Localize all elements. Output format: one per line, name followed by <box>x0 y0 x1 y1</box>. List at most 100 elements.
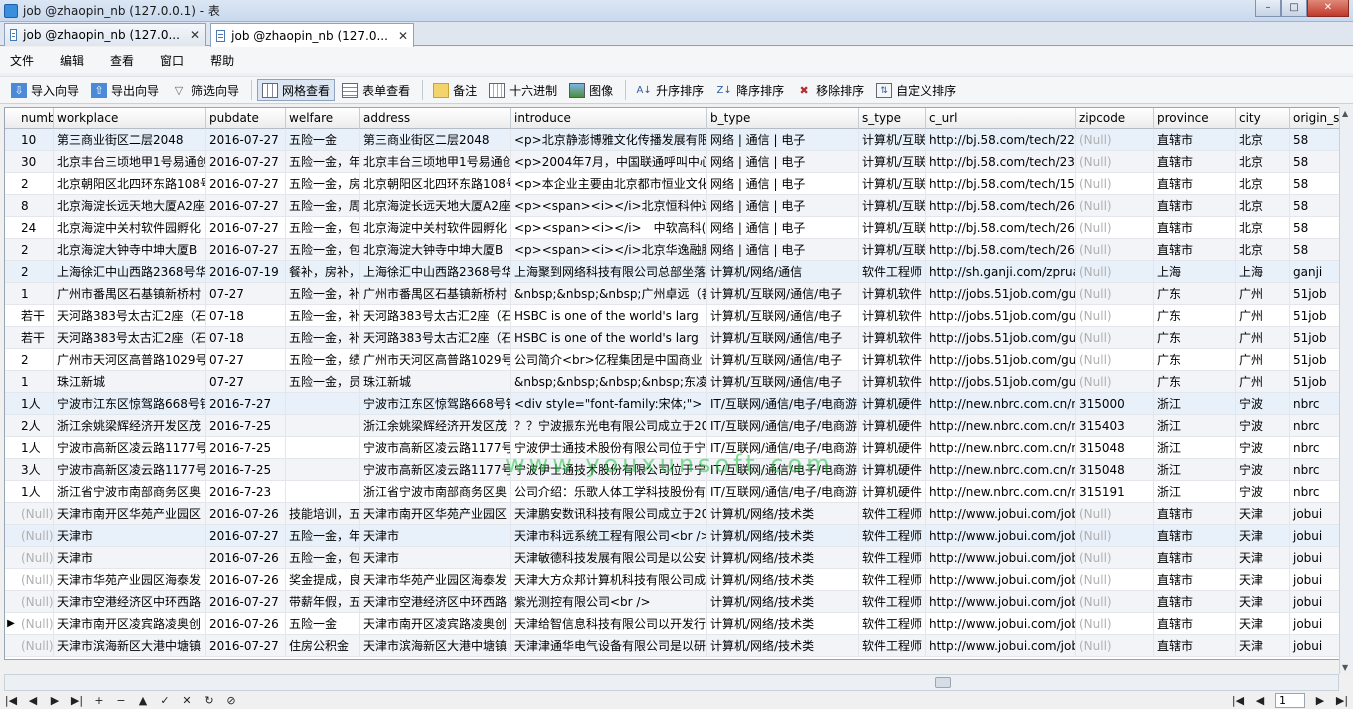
cell-numb[interactable]: 2 <box>18 261 54 283</box>
cell-address[interactable]: 浙江余姚梁辉经济开发区茂 <box>360 415 511 437</box>
cell-zipcode[interactable]: (Null) <box>1076 547 1154 569</box>
cell-numb[interactable]: 若干 <box>18 305 54 327</box>
cell-address[interactable]: 北京丰台三顷地甲1号易通创 <box>360 151 511 173</box>
cell-numb[interactable]: 10 <box>18 129 54 151</box>
grid-view-button[interactable]: 网格查看 <box>257 79 336 101</box>
cell-numb[interactable]: 2 <box>18 349 54 371</box>
cell-b_type[interactable]: 计算机/网络/通信 <box>707 261 859 283</box>
cell-introduce[interactable]: 天津敏德科技发展有限公司是以公安 <box>511 547 707 569</box>
cell-zipcode[interactable]: (Null) <box>1076 327 1154 349</box>
cell-zipcode[interactable]: (Null) <box>1076 173 1154 195</box>
cell-c_url[interactable]: http://sh.ganji.com/zprua <box>926 261 1076 283</box>
cell-city[interactable]: 北京 <box>1236 195 1290 217</box>
cell-pubdate[interactable]: 2016-07-27 <box>206 129 286 151</box>
column-header-b_type[interactable]: b_type <box>707 108 859 129</box>
cell-city[interactable]: 广州 <box>1236 305 1290 327</box>
cell-b_type[interactable]: 计算机/互联网/通信/电子 <box>707 305 859 327</box>
column-header-city[interactable]: city <box>1236 108 1290 129</box>
cell-province[interactable]: 直辖市 <box>1154 239 1236 261</box>
cell-address[interactable]: 天津市南开区华苑产业园区 <box>360 503 511 525</box>
cell-s_type[interactable]: 计算机软件 <box>859 283 926 305</box>
cell-welfare[interactable]: 餐补，房补， <box>286 261 360 283</box>
cell-b_type[interactable]: 网络 | 通信 | 电子 <box>707 217 859 239</box>
cell-pubdate[interactable]: 2016-07-27 <box>206 195 286 217</box>
cell-pubdate[interactable]: 07-18 <box>206 327 286 349</box>
cell-s_type[interactable]: 计算机硬件 <box>859 415 926 437</box>
cell-pubdate[interactable]: 2016-07-26 <box>206 569 286 591</box>
cell-pubdate[interactable]: 2016-7-25 <box>206 459 286 481</box>
cell-address[interactable]: 宁波市高新区凌云路1177号 <box>360 459 511 481</box>
cell-pubdate[interactable]: 07-18 <box>206 305 286 327</box>
prev-page-button[interactable]: ◀ <box>1249 694 1271 707</box>
export-wizard-button[interactable]: ⇧ 导出向导 <box>86 79 164 101</box>
cell-city[interactable]: 宁波 <box>1236 415 1290 437</box>
cell-b_type[interactable]: 计算机/网络/技术类 <box>707 503 859 525</box>
cell-b_type[interactable]: 计算机/互联网/通信/电子 <box>707 283 859 305</box>
cell-c_url[interactable]: http://new.nbrc.com.cn/nl <box>926 437 1076 459</box>
table-row[interactable]: 1 广州市番禺区石基镇新桥村 07-27 五险一金，补 广州市番禺区石基镇新桥村 &nbs… <box>5 283 1352 305</box>
cell-s_type[interactable]: 软件工程师 <box>859 503 926 525</box>
cell-s_type[interactable]: 计算机/互联 <box>859 217 926 239</box>
cell-s_type[interactable]: 软件工程师 <box>859 591 926 613</box>
table-row[interactable]: (Null) 天津市南开区华苑产业园区 2016-07-26 技能培训，五 天津市南开区… <box>5 503 1352 525</box>
cell-zipcode[interactable]: (Null) <box>1076 569 1154 591</box>
cell-c_url[interactable]: http://new.nbrc.com.cn/nl <box>926 459 1076 481</box>
cell-introduce[interactable]: HSBC is one of the world's larg <box>511 327 707 349</box>
cell-workplace[interactable]: 宁波市高新区凌云路1177号 <box>54 437 206 459</box>
column-header-introduce[interactable]: introduce <box>511 108 707 129</box>
cell-province[interactable]: 直辖市 <box>1154 525 1236 547</box>
cell-city[interactable]: 广州 <box>1236 349 1290 371</box>
cell-b_type[interactable]: IT/互联网/通信/电子/电商游 <box>707 415 859 437</box>
cell-introduce[interactable]: HSBC is one of the world's larg <box>511 305 707 327</box>
move-up-button[interactable]: ▲ <box>132 694 154 707</box>
table-row[interactable]: 1 珠江新城 07-27 五险一金，员 珠江新城 &nbsp;&nbsp;&nbsp;&n… <box>5 371 1352 393</box>
cell-welfare[interactable]: 五险一金，补 <box>286 305 360 327</box>
cell-welfare[interactable]: 带薪年假，五 <box>286 591 360 613</box>
cell-zipcode[interactable]: 315191 <box>1076 481 1154 503</box>
cell-pubdate[interactable]: 2016-07-27 <box>206 635 286 657</box>
form-view-button[interactable]: 表单查看 <box>337 79 415 101</box>
cell-c_url[interactable]: http://bj.58.com/tech/266 <box>926 239 1076 261</box>
minimize-button[interactable]: – <box>1255 0 1281 17</box>
cell-workplace[interactable]: 北京海淀中关村软件园孵化 <box>54 217 206 239</box>
cell-b_type[interactable]: IT/互联网/通信/电子/电商游 <box>707 459 859 481</box>
table-row[interactable]: (Null) 天津市 2016-07-27 五险一金，年 天津市 天津市科远系统工程有限公… <box>5 525 1352 547</box>
scroll-up-icon[interactable]: ▲ <box>1342 109 1348 118</box>
cell-province[interactable]: 广东 <box>1154 327 1236 349</box>
cell-introduce[interactable]: <p><span><i></i>北京华逸融腾 <box>511 239 707 261</box>
cell-zipcode[interactable]: (Null) <box>1076 195 1154 217</box>
cell-workplace[interactable]: 天河路383号太古汇2座（石 <box>54 327 206 349</box>
cell-zipcode[interactable]: 315000 <box>1076 393 1154 415</box>
cell-city[interactable]: 天津 <box>1236 635 1290 657</box>
cell-address[interactable]: 北京朝阳区北四环东路108号 <box>360 173 511 195</box>
cell-c_url[interactable]: http://www.jobui.com/job <box>926 525 1076 547</box>
horizontal-scrollbar[interactable] <box>4 674 1339 691</box>
cell-province[interactable]: 浙江 <box>1154 437 1236 459</box>
vertical-scrollbar[interactable]: ▲ ▼ <box>1339 107 1353 674</box>
table-row[interactable]: (Null) 天津市 2016-07-26 五险一金，包 天津市 天津敏德科技发展有限公司… <box>5 547 1352 569</box>
cell-b_type[interactable]: 网络 | 通信 | 电子 <box>707 239 859 261</box>
cell-address[interactable]: 珠江新城 <box>360 371 511 393</box>
cell-address[interactable]: 北京海淀大钟寺中坤大厦B <box>360 239 511 261</box>
table-row[interactable]: 2 北京朝阳区北四环东路108号 2016-07-27 五险一金，房 北京朝阳区北四环东… <box>5 173 1352 195</box>
cell-address[interactable]: 天河路383号太古汇2座（石 <box>360 327 511 349</box>
cell-numb[interactable]: (Null) <box>18 547 54 569</box>
cell-numb[interactable]: 1人 <box>18 393 54 415</box>
cell-zipcode[interactable]: 315048 <box>1076 437 1154 459</box>
cell-s_type[interactable]: 计算机软件 <box>859 327 926 349</box>
cell-b_type[interactable]: 计算机/互联网/通信/电子 <box>707 349 859 371</box>
table-row[interactable]: 8 北京海淀长远天地大厦A2座 2016-07-27 五险一金，周 北京海淀长远天地大厦… <box>5 195 1352 217</box>
cell-numb[interactable]: (Null) <box>18 503 54 525</box>
cell-pubdate[interactable]: 2016-07-26 <box>206 503 286 525</box>
cell-welfare[interactable]: 五险一金，员 <box>286 371 360 393</box>
tab-close-icon[interactable]: ✕ <box>190 28 200 42</box>
cell-zipcode[interactable]: (Null) <box>1076 371 1154 393</box>
cell-city[interactable]: 北京 <box>1236 151 1290 173</box>
cell-introduce[interactable]: 天津给智信息科技有限公司以开发行 <box>511 613 707 635</box>
cell-welfare[interactable]: 奖金提成，良 <box>286 569 360 591</box>
cell-s_type[interactable]: 计算机软件 <box>859 371 926 393</box>
cell-zipcode[interactable]: (Null) <box>1076 591 1154 613</box>
maximize-button[interactable]: □ <box>1281 0 1307 17</box>
menu-window[interactable]: 窗口 <box>150 52 194 69</box>
cell-workplace[interactable]: 天津市滨海新区大港中塘镇 <box>54 635 206 657</box>
